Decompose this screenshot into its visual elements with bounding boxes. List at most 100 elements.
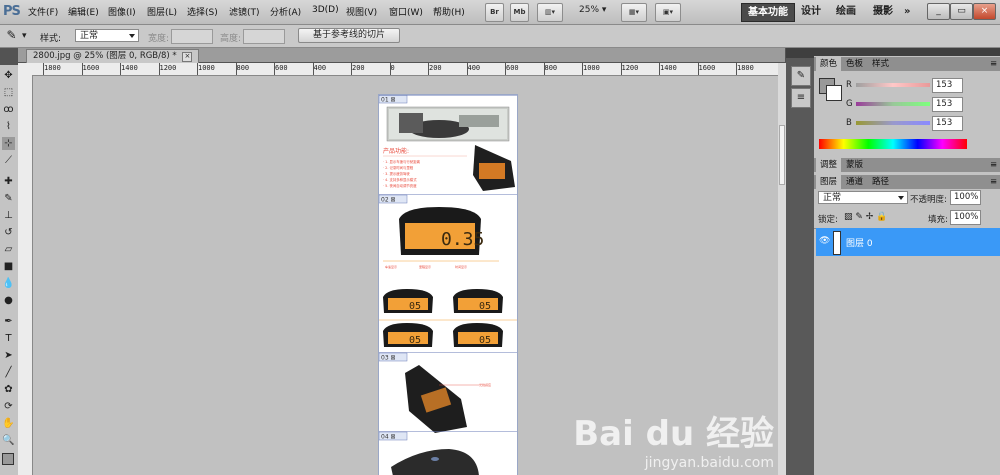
slices-from-guides-button[interactable]: 基于参考线的切片: [298, 28, 400, 43]
minimize-button[interactable]: _: [927, 3, 950, 20]
zoom-level-select[interactable]: 25% ▾: [579, 5, 606, 15]
tab-adjustments[interactable]: 调整: [816, 158, 842, 172]
workspace-essentials[interactable]: 基本功能: [741, 3, 795, 22]
vertical-ruler: [18, 75, 33, 475]
red-value-field[interactable]: 153: [932, 78, 963, 93]
close-button[interactable]: ×: [973, 3, 996, 20]
lock-icons[interactable]: ▨ ✎ ✢ 🔒: [844, 212, 887, 222]
tab-swatches[interactable]: 色板: [842, 57, 867, 71]
document-tab[interactable]: 2800.jpg @ 25% (图层 0, RGB/8) * ×: [26, 49, 200, 63]
scroll-thumb[interactable]: [779, 125, 785, 185]
hand-tool-icon[interactable]: ✋: [2, 417, 15, 430]
shape-tool-icon[interactable]: ╱: [2, 366, 15, 379]
layer-row[interactable]: 👁 图层 0: [816, 228, 1000, 256]
panel-menu-icon[interactable]: ≡: [986, 175, 1000, 189]
color-spectrum-bar[interactable]: [819, 139, 967, 149]
close-document-icon[interactable]: ×: [182, 52, 193, 62]
fill-field[interactable]: 100%: [950, 210, 981, 225]
eyedropper-tool-icon[interactable]: ⟋: [2, 154, 15, 167]
3d-rotate-tool-icon[interactable]: ✿: [2, 383, 15, 396]
panel-menu-icon[interactable]: ≡: [986, 158, 1000, 172]
ruler-label: 1000: [583, 64, 600, 72]
crop-tool-icon[interactable]: ⊹: [2, 137, 15, 150]
menu-help[interactable]: 帮助(H): [433, 5, 465, 18]
width-field[interactable]: [171, 29, 213, 44]
menu-view[interactable]: 视图(V): [346, 5, 377, 18]
foreground-color-swatch[interactable]: [2, 453, 14, 465]
tab-paths[interactable]: 路径: [868, 175, 893, 189]
ruler-tick: [43, 63, 44, 75]
tab-color[interactable]: 颜色: [816, 57, 842, 71]
pen-tool-icon[interactable]: ✒: [2, 315, 15, 328]
brush-presets-icon[interactable]: ✎: [791, 66, 811, 86]
menu-3d[interactable]: 3D(D): [312, 5, 339, 15]
healing-brush-tool-icon[interactable]: ✚: [2, 175, 15, 188]
type-tool-icon[interactable]: T: [2, 332, 15, 345]
panel-menu-icon[interactable]: ≡: [986, 57, 1000, 71]
workspace-design[interactable]: 设计: [795, 3, 827, 20]
eraser-tool-icon[interactable]: ▱: [2, 243, 15, 256]
blue-value-field[interactable]: 153: [932, 116, 963, 131]
quick-selection-tool-icon[interactable]: ⌇: [2, 120, 15, 133]
brush-tool-icon[interactable]: ✎: [2, 192, 15, 205]
document-image: 01 ⊠ 产品功能: · 1. 显示车速与行驶距离 · 2. 记录时间与里程 ·…: [378, 94, 518, 475]
opacity-field[interactable]: 100%: [950, 190, 981, 205]
blend-mode-select[interactable]: 正常: [818, 191, 908, 204]
layer-name[interactable]: 图层 0: [846, 236, 873, 249]
height-field[interactable]: [243, 29, 285, 44]
slice-tool-icon[interactable]: ✎: [5, 29, 18, 42]
eye-icon[interactable]: 👁: [819, 236, 830, 246]
more-workspaces-button[interactable]: »: [898, 3, 916, 20]
view-extras-button[interactable]: ▥▾: [537, 3, 563, 22]
width-label: 宽度:: [148, 34, 170, 44]
dodge-tool-icon[interactable]: ●: [2, 294, 15, 307]
bridge-button[interactable]: Br: [485, 3, 504, 22]
path-selection-tool-icon[interactable]: ➤: [2, 349, 15, 362]
tab-masks[interactable]: 蒙版: [842, 158, 867, 172]
move-tool-icon[interactable]: ✥: [2, 69, 15, 82]
style-select[interactable]: 正常: [75, 29, 139, 42]
menu-image[interactable]: 图像(I): [108, 5, 136, 18]
lasso-tool-icon[interactable]: ꝏ: [2, 103, 15, 116]
mini-bridge-button[interactable]: Mb: [510, 3, 529, 22]
restore-button[interactable]: ▭: [950, 3, 973, 20]
workspace-photography[interactable]: 摄影: [867, 3, 899, 20]
history-brush-tool-icon[interactable]: ↺: [2, 226, 15, 239]
marquee-tool-icon[interactable]: ⬚: [2, 86, 15, 99]
gradient-tool-icon[interactable]: ■: [2, 260, 15, 273]
menu-file[interactable]: 文件(F): [28, 5, 58, 18]
workspace-painting[interactable]: 绘画: [830, 3, 862, 20]
screen-mode-button[interactable]: ▣▾: [655, 3, 681, 22]
3d-orbit-tool-icon[interactable]: ⟳: [2, 400, 15, 413]
blue-slider[interactable]: [856, 121, 930, 125]
ruler-tick: [466, 63, 468, 75]
ruler-tick: [120, 63, 121, 75]
arrange-documents-button[interactable]: ▦▾: [621, 3, 647, 22]
background-color-chip[interactable]: [826, 85, 842, 101]
ruler-label: 1600: [82, 64, 100, 72]
photoshop-logo: PS: [3, 4, 21, 19]
vertical-scrollbar[interactable]: [778, 63, 786, 475]
history-icon[interactable]: ≡: [791, 88, 811, 108]
canvas-area[interactable]: 01 ⊠ 产品功能: · 1. 显示车速与行驶距离 · 2. 记录时间与里程 ·…: [33, 76, 778, 475]
zoom-tool-icon[interactable]: 🔍: [2, 434, 15, 447]
green-slider[interactable]: [856, 102, 930, 106]
svg-text:· 2. 记录时间与里程: · 2. 记录时间与里程: [383, 165, 414, 170]
ruler-tick: [697, 63, 699, 75]
menu-layer[interactable]: 图层(L): [147, 5, 177, 18]
green-value-field[interactable]: 153: [932, 97, 963, 112]
ruler-label: 1400: [660, 64, 677, 72]
blur-tool-icon[interactable]: 💧: [2, 277, 15, 290]
menu-analysis[interactable]: 分析(A): [270, 5, 301, 18]
tab-layers[interactable]: 图层: [816, 175, 842, 189]
menu-edit[interactable]: 编辑(E): [68, 5, 99, 18]
menu-select[interactable]: 选择(S): [187, 5, 218, 18]
tab-styles[interactable]: 样式: [868, 57, 893, 71]
menu-filter[interactable]: 滤镜(T): [229, 5, 260, 18]
red-slider[interactable]: [856, 83, 930, 87]
clone-stamp-tool-icon[interactable]: ⊥: [2, 209, 15, 222]
tab-channels[interactable]: 通道: [842, 175, 867, 189]
svg-text:04 ⊠: 04 ⊠: [381, 434, 396, 441]
svg-text:· 1. 显示车速与行驶距离: · 1. 显示车速与行驶距离: [383, 159, 421, 164]
menu-window[interactable]: 窗口(W): [389, 5, 423, 18]
